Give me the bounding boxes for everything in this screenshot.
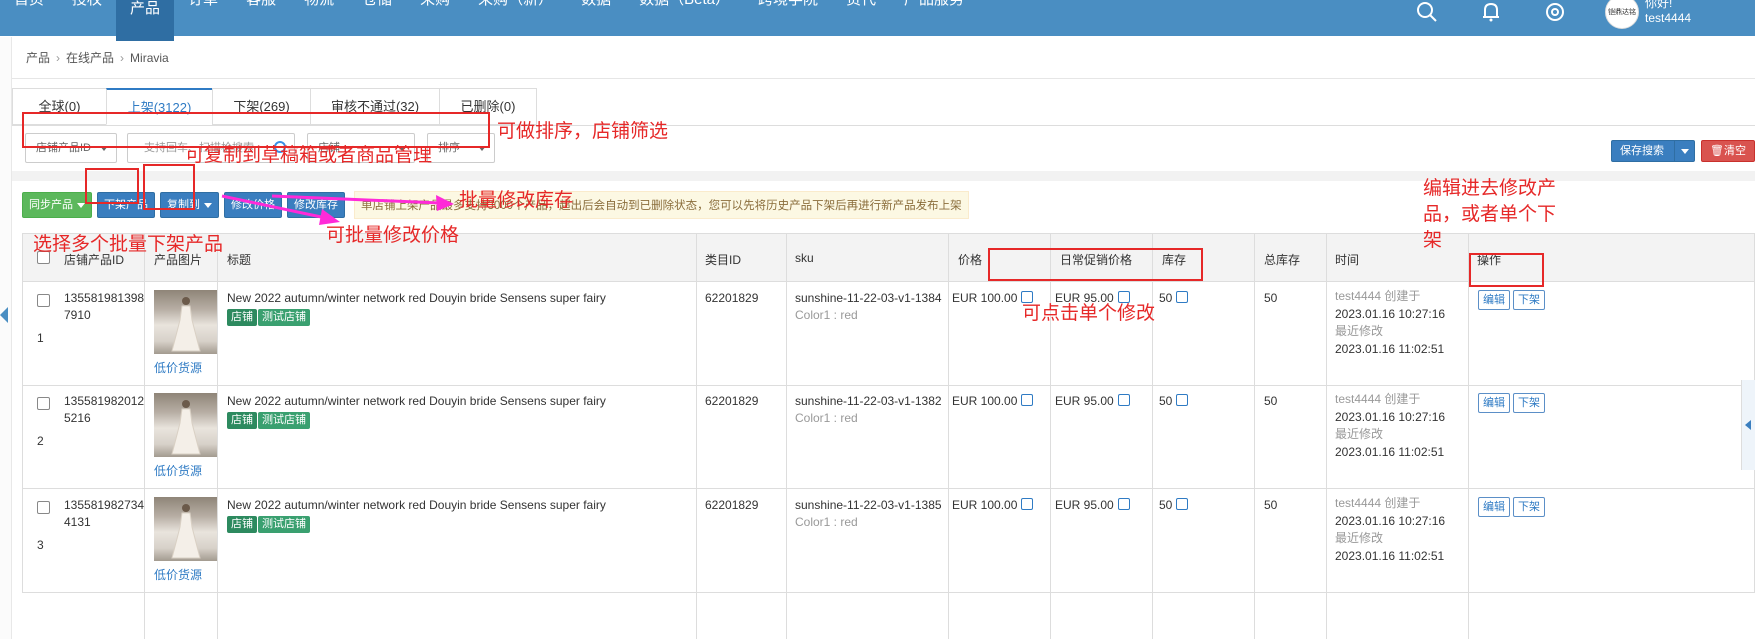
- arrow-to-batch-price: [221, 194, 340, 225]
- arrow-to-batch-stock: [271, 194, 454, 211]
- annotation-arrows: [221, 194, 454, 225]
